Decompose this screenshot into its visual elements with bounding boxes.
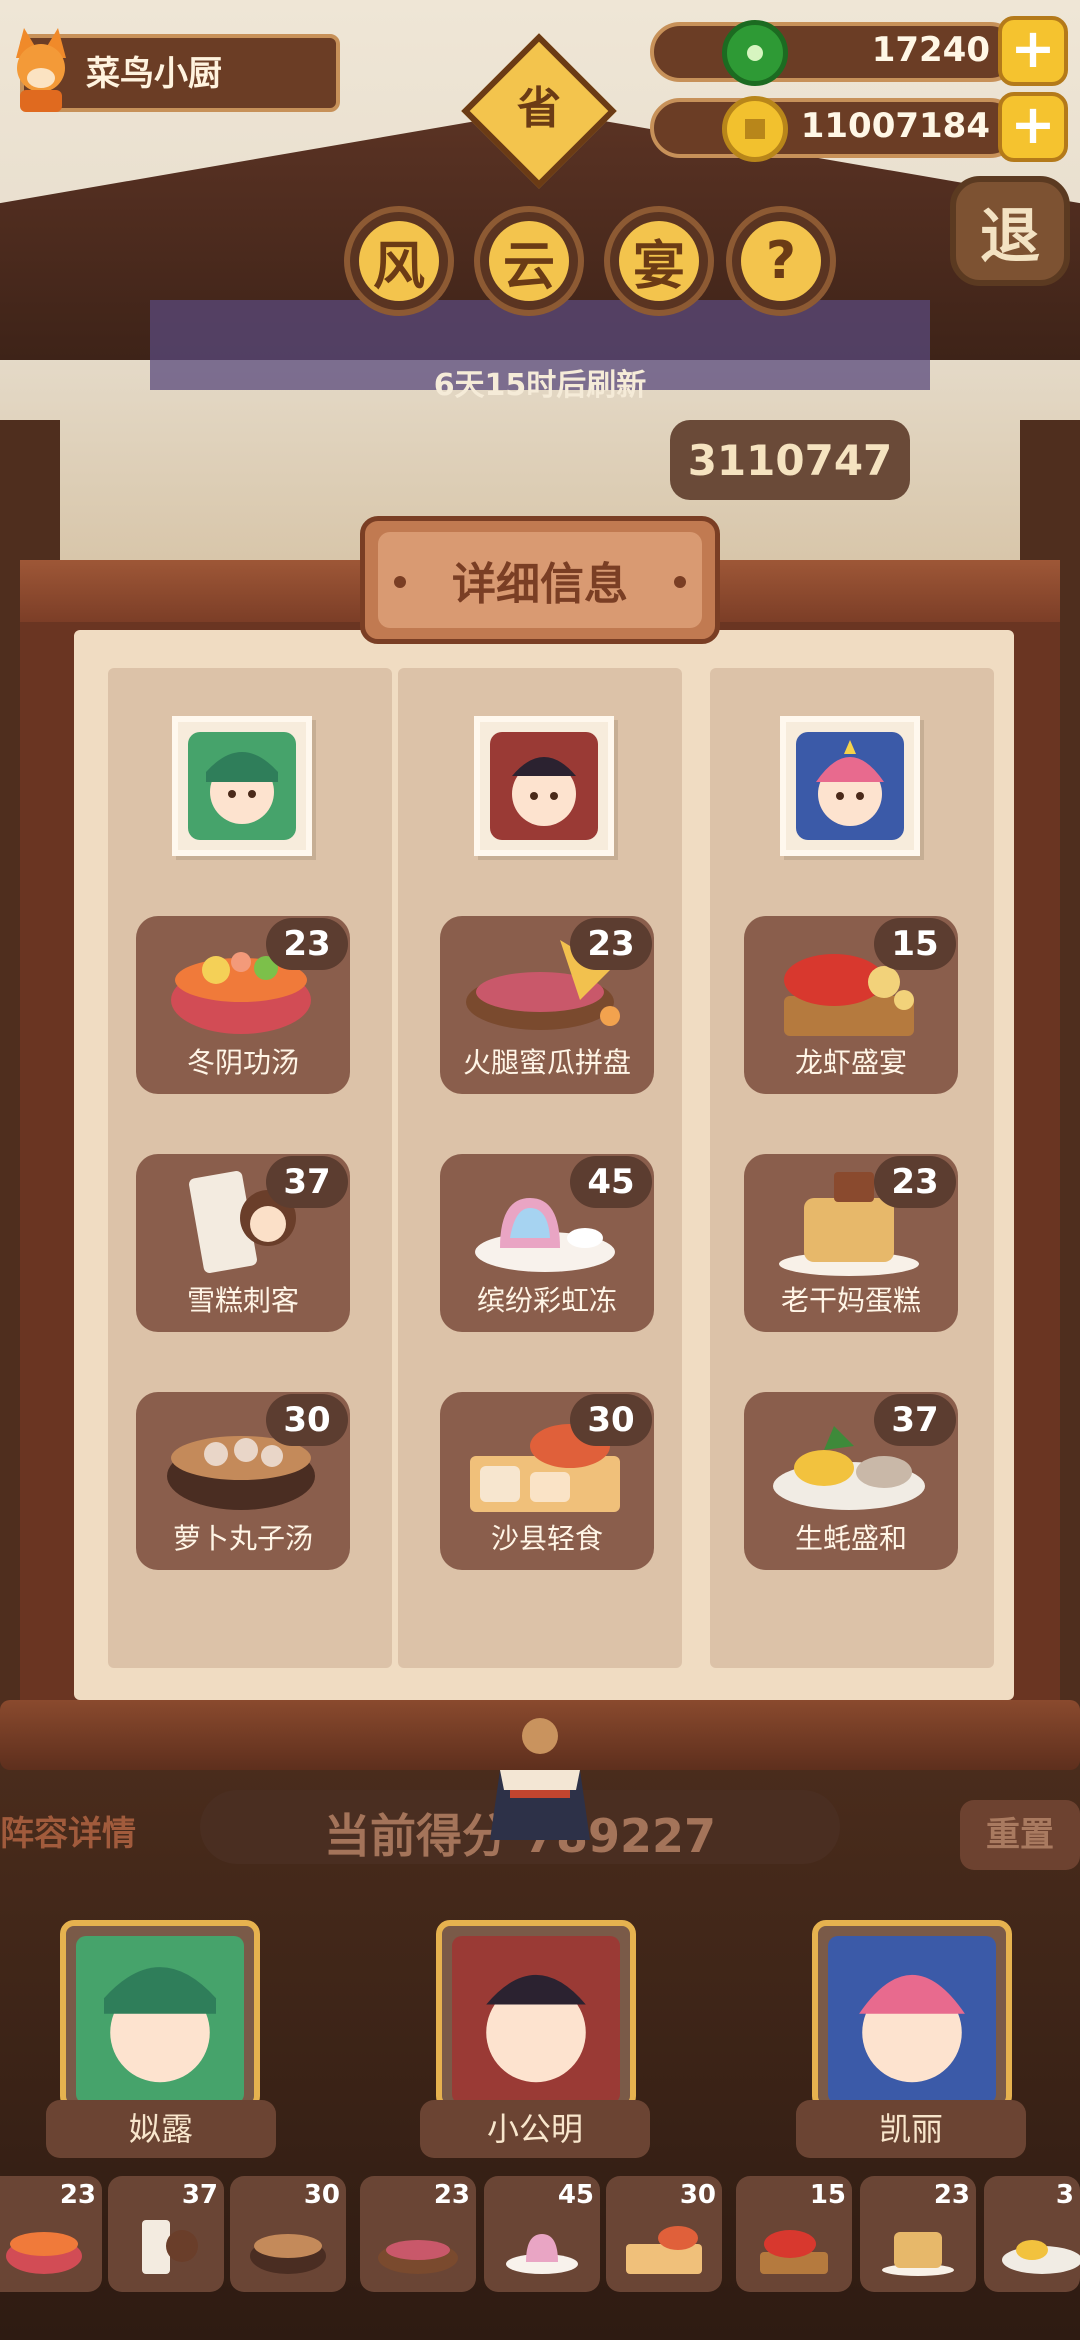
- lineup-chef-3[interactable]: [812, 1920, 1012, 2110]
- lobster-feast-icon: [760, 2230, 828, 2274]
- reset-button[interactable]: 重置: [960, 1800, 1080, 1870]
- dish-count: 23: [874, 1156, 956, 1208]
- tom-yum-soup-icon: [6, 2232, 82, 2274]
- dish-count: 30: [570, 1394, 652, 1446]
- top-score-display: 3110747: [670, 420, 910, 500]
- dish-count: 23: [570, 918, 652, 970]
- lineup-details-tab[interactable]: 阵容详情: [0, 1806, 136, 1855]
- dish-name: 生蚝盛和: [794, 1522, 907, 1555]
- help-icon: ?: [741, 221, 821, 301]
- title-char-feng: 风: [359, 221, 439, 301]
- chef-portrait-art: [452, 1936, 620, 2104]
- dish-card[interactable]: 火腿蜜瓜拼盘 23: [440, 916, 654, 1094]
- chef-portrait-art: [828, 1936, 996, 2104]
- dish-count: 37: [266, 1156, 348, 1208]
- oyster-platter-icon: [1002, 2240, 1080, 2274]
- strip-dish-count: 30: [303, 2180, 340, 2210]
- strip-dish-card[interactable]: 37: [108, 2176, 224, 2292]
- strip-dish-card[interactable]: 45: [484, 2176, 600, 2292]
- strip-dish-card[interactable]: 23: [0, 2176, 102, 2292]
- coin-amount: 11007184: [800, 106, 990, 146]
- strip-dish-card[interactable]: 23: [860, 2176, 976, 2292]
- strip-dish-card[interactable]: 15: [736, 2176, 852, 2292]
- strip-dish-card[interactable]: 30: [606, 2176, 722, 2292]
- add-coin-button[interactable]: +: [998, 92, 1068, 162]
- ice-cream-assassin-icon: [142, 2220, 198, 2274]
- dish-card[interactable]: 沙县轻食 30: [440, 1392, 654, 1570]
- dish-card[interactable]: 冬阴功汤 23: [136, 916, 350, 1094]
- dish-name: 冬阴功汤: [186, 1046, 299, 1079]
- strip-dish-count: 3: [1055, 2180, 1074, 2210]
- dish-count: 15: [874, 918, 956, 970]
- strip-dish-count: 37: [181, 2180, 218, 2210]
- lineup-chef-name: 小公明: [420, 2100, 650, 2158]
- refresh-countdown: 6天15时后刷新: [433, 368, 647, 403]
- shaxian-snacks-icon: [626, 2226, 702, 2274]
- rainbow-jelly-icon: [506, 2234, 578, 2274]
- strip-dish-count: 23: [59, 2180, 96, 2210]
- lineup-chef-2[interactable]: [436, 1920, 636, 2110]
- dish-card[interactable]: 生蚝盛和 37: [744, 1392, 958, 1570]
- dish-card[interactable]: 老干妈蛋糕 23: [744, 1154, 958, 1332]
- jade-amount: 17240: [871, 30, 990, 70]
- dish-name: 雪糕刺客: [186, 1284, 299, 1317]
- strip-dish-count: 15: [809, 2180, 846, 2210]
- dish-count: 30: [266, 1394, 348, 1446]
- dish-name: 火腿蜜瓜拼盘: [462, 1046, 631, 1079]
- chef-portrait-1[interactable]: [172, 716, 312, 856]
- strip-dish-card[interactable]: 23: [360, 2176, 476, 2292]
- title-char-yun: 云: [489, 221, 569, 301]
- dialog-title: 详细信息: [452, 559, 628, 610]
- exit-button[interactable]: 退: [950, 176, 1070, 286]
- strip-dish-count: 30: [679, 2180, 716, 2210]
- province-badge-label: 省: [517, 83, 561, 134]
- dish-name: 龙虾盛宴: [794, 1046, 907, 1079]
- chef-portrait-art: [188, 732, 296, 840]
- chef-portrait-art: [76, 1936, 244, 2104]
- chef-portrait-art: [796, 732, 904, 840]
- help-button[interactable]: ?: [726, 206, 836, 316]
- player-name: 菜鸟小厨: [86, 54, 222, 94]
- title-char-yan: 宴: [619, 221, 699, 301]
- dish-card[interactable]: 缤纷彩虹冻 45: [440, 1154, 654, 1332]
- chef-portrait-art: [490, 732, 598, 840]
- chef-portrait-3[interactable]: [780, 716, 920, 856]
- strip-dish-count: 23: [433, 2180, 470, 2210]
- dish-name: 萝卜丸子汤: [172, 1522, 313, 1555]
- chef-portrait-2[interactable]: [474, 716, 614, 856]
- strip-dish-card[interactable]: 3: [984, 2176, 1080, 2292]
- laoganma-cake-icon: [882, 2232, 954, 2276]
- dish-count: 45: [570, 1156, 652, 1208]
- dish-card[interactable]: 萝卜丸子汤 30: [136, 1392, 350, 1570]
- lineup-chef-name: 凯丽: [796, 2100, 1026, 2158]
- strip-dish-card[interactable]: 30: [230, 2176, 346, 2292]
- dish-count: 37: [874, 1394, 956, 1446]
- lineup-chef-1[interactable]: [60, 1920, 260, 2110]
- dish-count: 23: [266, 918, 348, 970]
- title-medal-2: 云: [474, 206, 584, 316]
- fox-avatar-icon[interactable]: [6, 18, 76, 114]
- lineup-chef-name: 姒露: [46, 2100, 276, 2158]
- strip-dish-count: 23: [933, 2180, 970, 2210]
- dish-card[interactable]: 龙虾盛宴 15: [744, 916, 958, 1094]
- dish-card[interactable]: 雪糕刺客 37: [136, 1154, 350, 1332]
- dish-name: 老干妈蛋糕: [780, 1284, 921, 1317]
- title-medal-1: 风: [344, 206, 454, 316]
- dish-name: 缤纷彩虹冻: [476, 1284, 617, 1317]
- strip-dish-count: 45: [557, 2180, 594, 2210]
- tassel-knot-icon: [490, 1718, 590, 1840]
- add-jade-button[interactable]: +: [998, 16, 1068, 86]
- ham-melon-platter-icon: [378, 2240, 458, 2274]
- title-medal-3: 宴: [604, 206, 714, 316]
- radish-meatball-soup-icon: [250, 2234, 326, 2274]
- dish-name: 沙县轻食: [490, 1522, 603, 1555]
